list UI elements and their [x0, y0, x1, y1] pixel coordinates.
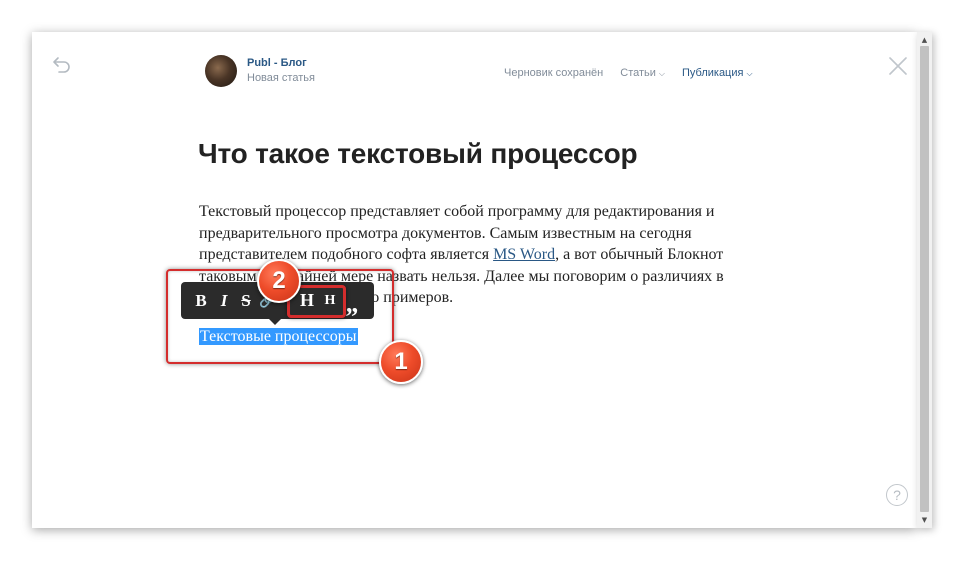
publish-menu-label: Публикация	[681, 67, 744, 79]
scrollbar[interactable]: ▲ ▼	[917, 32, 932, 528]
author-name[interactable]: Publ - Блог	[247, 57, 307, 69]
articles-menu-label: Статьи	[620, 67, 656, 79]
annotation-badge-2: 2	[257, 259, 301, 303]
ms-word-link[interactable]: MS Word	[493, 246, 555, 263]
scrollbar-thumb[interactable]	[920, 46, 929, 512]
top-nav: Черновик сохранён Статьи ⌵ Публикация ⌵	[504, 67, 753, 79]
author-subtitle: Новая статья	[247, 72, 315, 84]
draft-status: Черновик сохранён	[504, 67, 604, 79]
chevron-down-icon: ⌵	[658, 69, 665, 78]
scroll-up-arrow-icon[interactable]: ▲	[917, 34, 932, 46]
annotation-badge-1: 1	[379, 340, 423, 384]
scroll-down-arrow-icon[interactable]: ▼	[917, 514, 932, 526]
publish-menu[interactable]: Публикация ⌵	[682, 67, 753, 79]
articles-menu[interactable]: Статьи ⌵	[620, 67, 665, 79]
avatar[interactable]	[205, 55, 237, 87]
undo-icon[interactable]	[52, 56, 72, 74]
article-title[interactable]: Что такое текстовый процессор	[198, 138, 638, 170]
help-icon[interactable]: ?	[886, 484, 908, 506]
close-icon[interactable]	[888, 56, 908, 76]
chevron-down-icon: ⌵	[746, 69, 753, 78]
